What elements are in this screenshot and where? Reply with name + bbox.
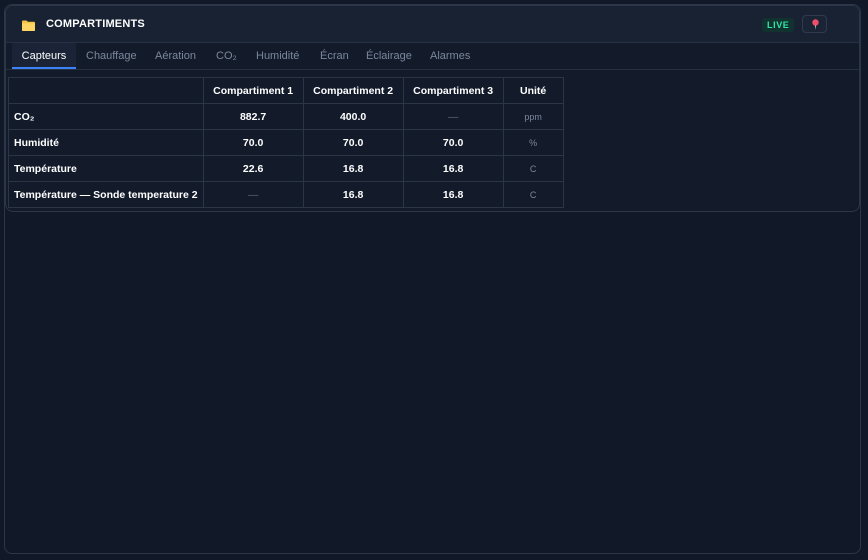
compartments-panel: COMPARTIMENTS LIVE Capteurs Chauffage Aé… [5, 5, 860, 212]
tab-eclairage[interactable]: Éclairage [358, 43, 420, 69]
table-cell: 16.8 [402, 155, 504, 182]
row-label: Température — Sonde temperature 2 [8, 181, 204, 208]
column-header-label [8, 77, 204, 104]
tab-bar: Capteurs Chauffage Aération CO₂ Humidité… [6, 43, 859, 70]
unit-cell: C [502, 181, 564, 208]
table-row: CO₂ 882.7 400.0 — ppm [8, 103, 564, 130]
table-header-row: Compartiment 1 Compartiment 2 Compartime… [8, 77, 564, 104]
row-label: Température [8, 155, 204, 182]
tab-aeration[interactable]: Aération [147, 43, 204, 69]
table-cell: 16.8 [302, 155, 404, 182]
tab-capteurs[interactable]: Capteurs [12, 43, 76, 69]
unit-cell: C [502, 155, 564, 182]
table-cell: — [402, 103, 504, 130]
tab-ecran[interactable]: Écran [312, 43, 357, 69]
pin-button[interactable] [802, 15, 827, 33]
table-cell: 400.0 [302, 103, 404, 130]
app-window: COMPARTIMENTS LIVE Capteurs Chauffage Aé… [4, 4, 861, 554]
folder-icon [22, 18, 35, 31]
unit-cell: % [502, 129, 564, 156]
column-header-compartiment-2: Compartiment 2 [302, 77, 404, 104]
table-cell: — [202, 181, 304, 208]
table-row: Humidité 70.0 70.0 70.0 % [8, 129, 564, 156]
live-badge: LIVE [762, 18, 795, 32]
panel-header: COMPARTIMENTS LIVE [6, 6, 859, 43]
tab-alarmes[interactable]: Alarmes [422, 43, 478, 69]
table-cell: 70.0 [402, 129, 504, 156]
column-header-unite: Unité [502, 77, 564, 104]
row-label: Humidité [8, 129, 204, 156]
table-cell: 22.6 [202, 155, 304, 182]
column-header-compartiment-3: Compartiment 3 [402, 77, 504, 104]
tab-co2[interactable]: CO₂ [208, 43, 245, 69]
sensor-table: Compartiment 1 Compartiment 2 Compartime… [8, 77, 564, 208]
table-cell: 16.8 [402, 181, 504, 208]
table-cell: 70.0 [202, 129, 304, 156]
tab-chauffage[interactable]: Chauffage [78, 43, 145, 69]
pin-icon [812, 19, 819, 30]
row-label: CO₂ [8, 103, 204, 130]
unit-cell: ppm [502, 103, 564, 130]
table-cell: 882.7 [202, 103, 304, 130]
table-row: Température — Sonde temperature 2 — 16.8… [8, 181, 564, 208]
column-header-compartiment-1: Compartiment 1 [202, 77, 304, 104]
panel-title: COMPARTIMENTS [46, 18, 145, 30]
table-cell: 70.0 [302, 129, 404, 156]
table-row: Température 22.6 16.8 16.8 C [8, 155, 564, 182]
tab-humidite[interactable]: Humidité [248, 43, 307, 69]
table-cell: 16.8 [302, 181, 404, 208]
